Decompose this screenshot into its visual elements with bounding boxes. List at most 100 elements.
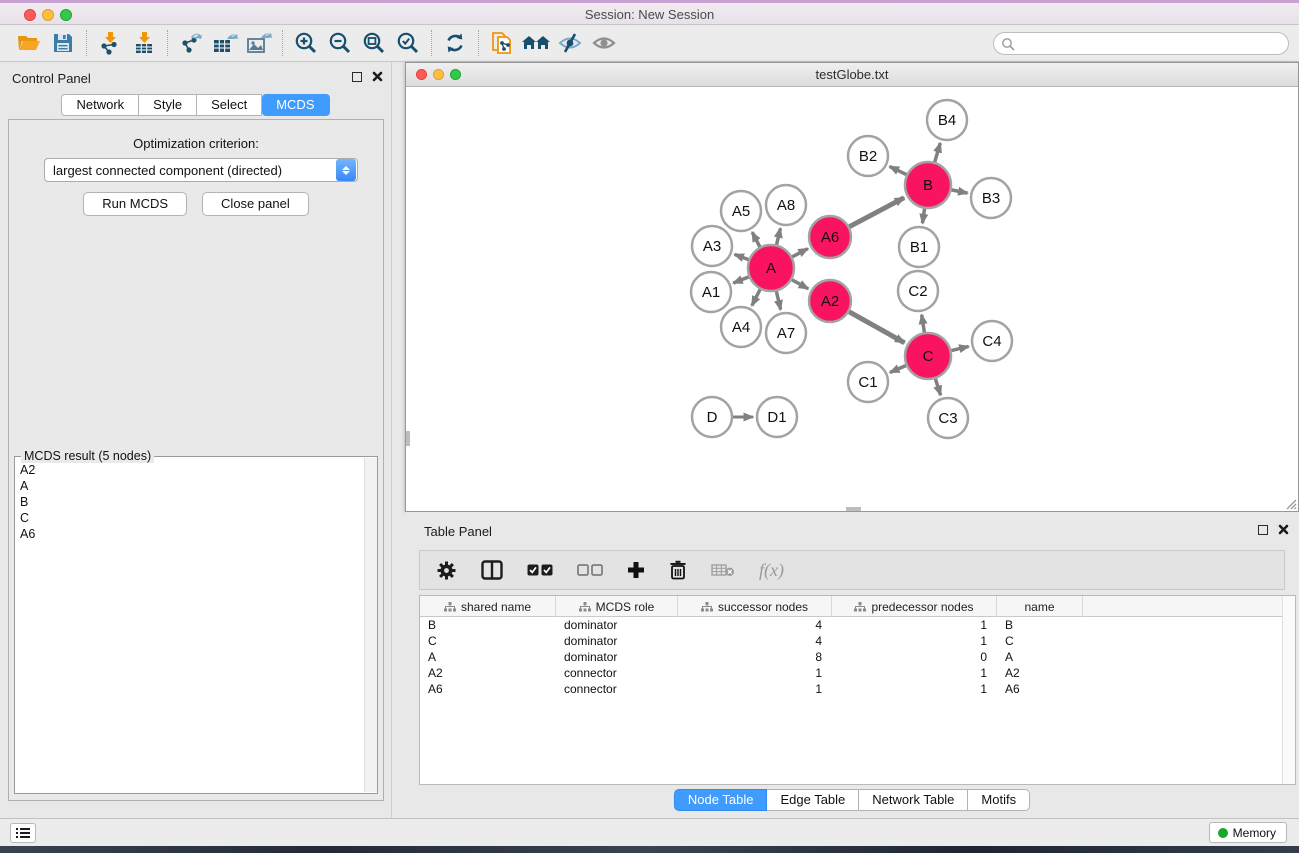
edge-A-A2[interactable] bbox=[792, 280, 808, 289]
edge-A-A3[interactable] bbox=[734, 254, 748, 259]
edge-C-C4[interactable] bbox=[951, 346, 968, 350]
table-cell: A6 bbox=[997, 681, 1083, 697]
table-row[interactable]: A2connector11A2 bbox=[420, 665, 1295, 681]
table-cell: A2 bbox=[420, 665, 556, 681]
node-label-A8: A8 bbox=[777, 197, 795, 214]
export-table-button[interactable] bbox=[208, 28, 242, 58]
tab-network[interactable]: Network bbox=[61, 94, 139, 116]
edge-B-B2[interactable] bbox=[890, 166, 907, 174]
column-header-shared-name[interactable]: shared name bbox=[420, 596, 556, 617]
zoom-in-button[interactable] bbox=[289, 28, 323, 58]
hide-selected-button[interactable] bbox=[553, 28, 587, 58]
table-row[interactable]: A6connector11A6 bbox=[420, 681, 1295, 697]
tab-mcds[interactable]: MCDS bbox=[262, 94, 329, 116]
tab-style[interactable]: Style bbox=[139, 94, 197, 116]
mcds-result-item[interactable]: C bbox=[20, 510, 363, 526]
node-label-B: B bbox=[923, 177, 933, 194]
tab-edge-table[interactable]: Edge Table bbox=[767, 789, 859, 811]
edge-A6-B[interactable] bbox=[849, 198, 904, 227]
node-table-body[interactable]: Bdominator41BCdominator41CAdominator80AA… bbox=[420, 617, 1295, 697]
column-header-predecessor-nodes[interactable]: predecessor nodes bbox=[832, 596, 997, 617]
window-resize-grip[interactable] bbox=[1283, 496, 1297, 510]
network-canvas[interactable]: AA5A8A3A1A4A7A6A2BB2B4B3B1C2CC4C1C3DD1 bbox=[406, 87, 1298, 511]
select-all-columns-button[interactable] bbox=[527, 564, 553, 576]
edge-B-B4[interactable] bbox=[935, 143, 941, 162]
task-history-button[interactable] bbox=[10, 823, 36, 843]
float-table-panel-icon[interactable] bbox=[1258, 525, 1268, 535]
edge-C-C3[interactable] bbox=[935, 379, 940, 395]
show-hidden-button[interactable] bbox=[587, 28, 621, 58]
import-table-button[interactable] bbox=[127, 28, 161, 58]
mcds-result-list[interactable]: A2ABCA6 bbox=[16, 460, 363, 792]
export-image-button[interactable] bbox=[242, 28, 276, 58]
zoom-selected-button[interactable] bbox=[391, 28, 425, 58]
mcds-result-item[interactable]: A6 bbox=[20, 526, 363, 542]
table-cell: 1 bbox=[832, 665, 997, 681]
edge-C-C2[interactable] bbox=[922, 315, 925, 333]
mcds-result-item[interactable]: A bbox=[20, 478, 363, 494]
function-builder-button[interactable]: f(x) bbox=[759, 560, 784, 581]
tab-node-table[interactable]: Node Table bbox=[674, 789, 768, 811]
close-table-panel-icon[interactable] bbox=[1278, 524, 1289, 535]
run-mcds-button[interactable]: Run MCDS bbox=[83, 192, 187, 216]
close-panel-icon[interactable] bbox=[372, 71, 383, 82]
column-header-name[interactable]: name bbox=[997, 596, 1083, 617]
open-folder-icon bbox=[16, 32, 42, 54]
panel-layout-button[interactable] bbox=[481, 560, 503, 580]
node-label-B2: B2 bbox=[859, 148, 877, 165]
zoom-out-button[interactable] bbox=[323, 28, 357, 58]
table-scrollbar[interactable] bbox=[1282, 596, 1295, 784]
delete-table-button[interactable] bbox=[711, 563, 735, 577]
table-cell: A bbox=[997, 649, 1083, 665]
export-network-button[interactable] bbox=[174, 28, 208, 58]
mcds-result-item[interactable]: B bbox=[20, 494, 363, 510]
show-all-networks-button[interactable] bbox=[519, 28, 553, 58]
table-row[interactable]: Bdominator41B bbox=[420, 617, 1295, 633]
edge-B-B1[interactable] bbox=[922, 209, 924, 223]
optimization-criterion-label: Optimization criterion: bbox=[9, 136, 383, 151]
plus-icon bbox=[627, 561, 645, 579]
table-cell: B bbox=[997, 617, 1083, 633]
table-row[interactable]: Cdominator41C bbox=[420, 633, 1295, 649]
table-cell: 1 bbox=[832, 681, 997, 697]
float-panel-icon[interactable] bbox=[352, 72, 362, 82]
tab-motifs[interactable]: Motifs bbox=[968, 789, 1030, 811]
mcds-result-item[interactable]: A2 bbox=[20, 462, 363, 478]
tab-select[interactable]: Select bbox=[197, 94, 262, 116]
add-column-button[interactable] bbox=[627, 561, 645, 579]
column-header-MCDS-role[interactable]: MCDS role bbox=[556, 596, 678, 617]
edge-B-B3[interactable] bbox=[952, 190, 968, 193]
zoom-fit-button[interactable] bbox=[357, 28, 391, 58]
new-network-from-selection-button[interactable] bbox=[485, 28, 519, 58]
table-row[interactable]: Adominator80A bbox=[420, 649, 1295, 665]
network-window-titlebar[interactable]: testGlobe.txt bbox=[406, 63, 1298, 87]
edge-C-C1[interactable] bbox=[890, 366, 906, 373]
deselect-all-columns-button[interactable] bbox=[577, 564, 603, 576]
table-options-button[interactable] bbox=[436, 560, 457, 581]
control-panel: Control Panel NetworkStyleSelectMCDS Opt… bbox=[0, 62, 392, 818]
edge-A-A6[interactable] bbox=[792, 249, 808, 257]
split-columns-icon bbox=[481, 560, 503, 580]
delete-columns-button[interactable] bbox=[669, 560, 687, 580]
close-panel-button[interactable]: Close panel bbox=[202, 192, 309, 216]
edge-A-A5[interactable] bbox=[752, 232, 760, 247]
edge-A-A8[interactable] bbox=[777, 228, 781, 244]
save-session-button[interactable] bbox=[46, 28, 80, 58]
table-cell: connector bbox=[556, 665, 678, 681]
edge-A-A4[interactable] bbox=[752, 289, 760, 305]
edge-A2-C[interactable] bbox=[849, 312, 904, 343]
canvas-bottom-scroll-thumb[interactable] bbox=[846, 507, 861, 511]
mcds-result-scrollbar[interactable] bbox=[364, 458, 377, 792]
import-network-button[interactable] bbox=[93, 28, 127, 58]
open-session-button[interactable] bbox=[12, 28, 46, 58]
refresh-network-button[interactable] bbox=[438, 28, 472, 58]
column-header-successor-nodes[interactable]: successor nodes bbox=[678, 596, 832, 617]
edge-A-A7[interactable] bbox=[776, 291, 780, 309]
canvas-left-scroll-thumb[interactable] bbox=[406, 431, 410, 446]
table-cell: dominator bbox=[556, 633, 678, 649]
tab-network-table[interactable]: Network Table bbox=[859, 789, 968, 811]
edge-A-A1[interactable] bbox=[733, 277, 748, 283]
search-input[interactable] bbox=[1015, 35, 1288, 53]
criterion-dropdown[interactable]: largest connected component (directed) bbox=[44, 158, 358, 182]
memory-button[interactable]: Memory bbox=[1209, 822, 1287, 843]
